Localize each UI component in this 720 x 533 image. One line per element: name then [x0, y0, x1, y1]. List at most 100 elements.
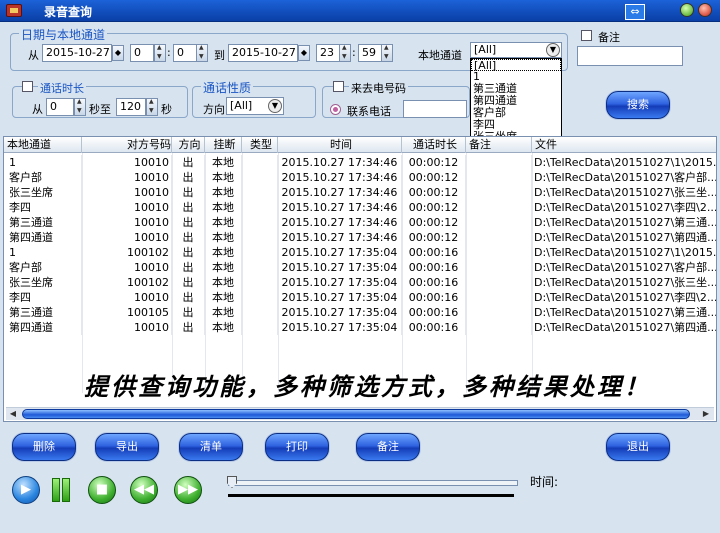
direction-label: 方向 [203, 103, 225, 116]
duration-to-input[interactable]: 120 [116, 98, 146, 116]
stop-icon[interactable]: ■ [88, 476, 116, 504]
table-cell [466, 185, 532, 200]
duration-from-input[interactable]: 0 [46, 98, 74, 116]
from-hour-input[interactable]: 0 [130, 44, 154, 62]
playback-slider-knob[interactable] [227, 476, 237, 488]
column-header[interactable]: 对方号码 [82, 137, 172, 153]
table-cell: 本地 [205, 155, 242, 170]
table-cell: 第三通道 [4, 215, 82, 230]
rewind-icon[interactable]: ◀◀ [130, 476, 158, 504]
table-row[interactable]: 张三坐席 10010 出本地 2015.10.27 17:34:46 00:00:12 D… [4, 185, 716, 200]
duration-to-spin[interactable] [146, 98, 158, 116]
table-row[interactable]: 李四 10010 出本地 2015.10.27 17:34:46 00:00:12 D:\… [4, 200, 717, 215]
minimize-button[interactable] [680, 3, 694, 17]
from-min-spin[interactable] [196, 44, 208, 62]
table-cell [466, 320, 532, 335]
remark-label: 备注 [598, 31, 620, 44]
table-cell: 本地 [205, 200, 242, 215]
forward-icon[interactable]: ▶▶ [174, 476, 202, 504]
delete-button[interactable]: 删除 [12, 433, 76, 461]
duration-checkbox[interactable] [22, 81, 33, 92]
table-cell: 00:00:12 [402, 230, 466, 245]
column-header[interactable]: 时间 [278, 137, 402, 153]
table-cell: 100102 [82, 245, 172, 260]
chevron-down-icon[interactable]: ▼ [268, 99, 282, 113]
table-cell: 客户部 [4, 260, 82, 275]
horizontal-scrollbar[interactable]: ◀ ▶ [6, 407, 714, 420]
column-header[interactable]: 本地通道 [4, 137, 82, 153]
table-row[interactable]: 1 10010 出本地 2015.10.27 17:34:46 00:00:12 D:\T… [4, 155, 716, 170]
duration-from-spin[interactable] [74, 98, 86, 116]
to-hour-spin[interactable] [339, 44, 351, 62]
playback-slider[interactable] [228, 480, 518, 486]
play-icon[interactable]: ▶ [12, 476, 40, 504]
table-row[interactable]: 李四 10010 出本地 2015.10.27 17:35:04 00:00:16 D:\… [4, 290, 716, 305]
table-cell: 10010 [82, 185, 172, 200]
remark-input[interactable] [577, 46, 683, 66]
column-header[interactable]: 类型 [242, 137, 278, 153]
table-cell: 出 [172, 275, 205, 290]
from-date-spin[interactable]: ◆ [112, 45, 124, 61]
swap-icon[interactable]: ⇔ [625, 4, 645, 20]
print-button[interactable]: 打印 [265, 433, 329, 461]
table-row[interactable]: 第三通道 100105 出本地 2015.10.27 17:35:04 00:00:16… [4, 305, 716, 320]
column-header[interactable]: 挂断 [205, 137, 242, 153]
table-row[interactable]: 客户部 10010 出本地 2015.10.27 17:35:04 00:00:16 D:… [4, 260, 716, 275]
export-button[interactable]: 导出 [95, 433, 159, 461]
table-cell: 2015.10.27 17:34:46 [278, 215, 402, 230]
results-table: 本地通道 对方号码 方向 挂断 类型 时间 通话时长 备注 文件 1 10010 出本地 2015.1… [3, 136, 717, 422]
close-button[interactable] [698, 3, 712, 17]
table-cell [242, 170, 278, 185]
from-min-input[interactable]: 0 [173, 44, 197, 62]
table-row[interactable]: 第四通道 10010 出本地 2015.10.27 17:34:46 00:00:12 D… [4, 230, 716, 245]
table-row[interactable]: 第四通道 10010 出本地 2015.10.27 17:35:04 00:00:16 D… [4, 320, 716, 335]
from-hour-spin[interactable] [154, 44, 166, 62]
to-hour-input[interactable]: 23 [316, 44, 340, 62]
list-button[interactable]: 清单 [179, 433, 243, 461]
to-date-spin[interactable]: ◆ [298, 45, 310, 61]
scroll-right-icon[interactable]: ▶ [700, 408, 712, 420]
time-label: 时间: [530, 475, 559, 489]
table-cell: 客户部 [4, 170, 82, 185]
remark-button[interactable]: 备注 [356, 433, 420, 461]
duration-group-title: 通话时长 [38, 80, 86, 96]
table-cell: D:\TelRecData\20151027\张三坐... [534, 276, 717, 289]
channel-option[interactable]: [All] [471, 59, 561, 72]
table-cell [466, 290, 532, 305]
column-header[interactable]: 备注 [466, 137, 532, 153]
to-date-input[interactable]: 2015-10-27 [228, 44, 298, 62]
from-date-input[interactable]: 2015-10-27 [42, 44, 112, 62]
table-cell: 00:00:16 [402, 245, 466, 260]
to-min-input[interactable]: 59 [358, 44, 382, 62]
table-cell: 2015.10.27 17:35:04 [278, 305, 402, 320]
scroll-thumb[interactable] [22, 409, 690, 419]
column-header[interactable]: 通话时长 [402, 137, 466, 153]
exit-button[interactable]: 退出 [606, 433, 670, 461]
chevron-down-icon[interactable]: ▼ [546, 43, 560, 57]
remark-checkbox[interactable] [581, 30, 592, 41]
column-header[interactable]: 方向 [172, 137, 205, 153]
contact-input[interactable] [403, 100, 467, 118]
contact-radio[interactable] [330, 104, 341, 115]
table-cell: 本地 [205, 320, 242, 335]
table-cell [466, 260, 532, 275]
table-row[interactable]: 客户部 10010 出本地 2015.10.27 17:34:46 00:00:12 D:… [4, 170, 716, 185]
table-cell: 1 [4, 155, 82, 170]
column-header[interactable]: 文件 [532, 137, 716, 153]
table-cell: 张三坐席 [4, 185, 82, 200]
table-cell: D:\TelRecData\20151027\李四\2... [534, 201, 717, 214]
table-cell: 出 [172, 185, 205, 200]
table-cell: 10010 [82, 200, 172, 215]
search-button[interactable]: 搜索 [606, 91, 670, 119]
table-row[interactable]: 张三坐席 100102 出本地 2015.10.27 17:35:04 00:00:16… [4, 275, 717, 290]
table-cell [466, 305, 532, 320]
scroll-left-icon[interactable]: ◀ [7, 408, 19, 420]
from-date-label: 从 [28, 49, 39, 62]
table-header: 本地通道 对方号码 方向 挂断 类型 时间 通话时长 备注 文件 [4, 137, 716, 153]
pause-icon[interactable] [50, 478, 70, 502]
table-cell: 10010 [82, 320, 172, 335]
to-min-spin[interactable] [381, 44, 393, 62]
table-row[interactable]: 1 100102 出本地 2015.10.27 17:35:04 00:00:16 D:\… [4, 245, 716, 260]
caller-checkbox[interactable] [333, 81, 344, 92]
table-row[interactable]: 第三通道 10010 出本地 2015.10.27 17:34:46 00:00:12 D… [4, 215, 716, 230]
